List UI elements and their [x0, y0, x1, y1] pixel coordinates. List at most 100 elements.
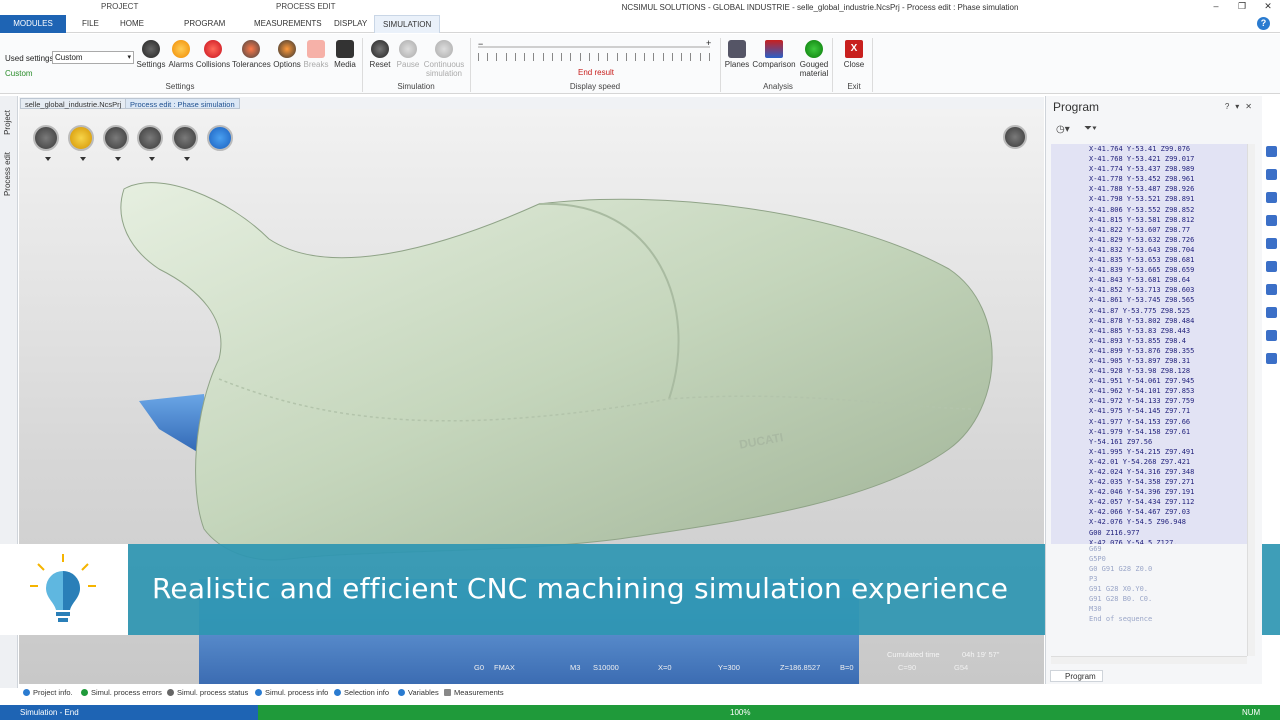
minimize-icon[interactable]: –: [1210, 1, 1222, 12]
program-line[interactable]: X-41.778 Y-53.452 Z98.961: [1051, 174, 1247, 184]
doc-tab-project[interactable]: selle_global_industrie.NcsPrj: [20, 98, 127, 109]
view-tool-rotate-icon[interactable]: [207, 125, 233, 151]
tab-measurements[interactable]: MEASUREMENTS: [246, 15, 330, 33]
view-tool-zoom-icon[interactable]: [137, 125, 163, 161]
tab-program[interactable]: PROGRAM: [176, 15, 233, 33]
tolerance-icon: [242, 40, 260, 58]
tab-project-info[interactable]: Project info.: [23, 688, 73, 697]
tab-variables[interactable]: Variables: [398, 688, 439, 697]
collisions-button[interactable]: Collisions: [194, 40, 232, 69]
program-line-faded: G0 G91 G28 Z0.0: [1089, 565, 1153, 573]
program-code-list[interactable]: X-41.764 Y-53.41 Z99.076 X-41.768 Y-53.42…: [1051, 144, 1247, 544]
program-line[interactable]: X-41.806 Y-53.552 Z98.852: [1051, 205, 1247, 215]
previous-step-icon[interactable]: [1266, 169, 1277, 180]
last-step-icon[interactable]: [1266, 261, 1277, 272]
program-line[interactable]: X-41.975 Y-54.145 Z97.71: [1051, 406, 1247, 416]
view-tool-layers-icon[interactable]: [103, 125, 129, 161]
program-line[interactable]: X-41.839 Y-53.665 Z98.659: [1051, 265, 1247, 275]
program-line[interactable]: X-42.024 Y-54.316 Z97.348: [1051, 467, 1247, 477]
program-line[interactable]: X-41.843 Y-53.681 Z98.64: [1051, 275, 1247, 285]
tab-simul-process-info[interactable]: Simul. process info: [255, 688, 328, 697]
program-line-faded: M30: [1089, 605, 1102, 613]
program-line[interactable]: X-41.832 Y-53.643 Z98.704: [1051, 245, 1247, 255]
step-forward-icon[interactable]: [1266, 215, 1277, 226]
view-tool-camera[interactable]: [33, 125, 59, 161]
program-line[interactable]: X-41.885 Y-53.83 Z98.443: [1051, 326, 1247, 336]
media-button[interactable]: Media: [326, 40, 364, 69]
tab-simul-process-status[interactable]: Simul. process status: [167, 688, 248, 697]
first-step-icon[interactable]: [1266, 146, 1277, 157]
tab-simul-process-errors[interactable]: Simul. process errors: [81, 688, 162, 697]
program-line[interactable]: X-42.057 Y-54.434 Z97.112: [1051, 497, 1247, 507]
save-icon[interactable]: [1266, 353, 1277, 364]
step-back-icon[interactable]: [1266, 192, 1277, 203]
tab-file[interactable]: FILE: [74, 15, 107, 33]
program-line[interactable]: X-41.861 Y-53.745 Z98.565: [1051, 295, 1247, 305]
program-line[interactable]: X-42.01 Y-54.268 Z97.421: [1051, 457, 1247, 467]
program-line[interactable]: X-41.87 Y-53.775 Z98.525: [1051, 306, 1247, 316]
program-line[interactable]: X-41.852 Y-53.713 Z98.603: [1051, 285, 1247, 295]
toolpath-icon[interactable]: [1266, 284, 1277, 295]
program-line[interactable]: X-41.768 Y-53.421 Z99.017: [1051, 154, 1247, 164]
program-line[interactable]: X-41.774 Y-53.437 Z98.989: [1051, 164, 1247, 174]
tab-modules[interactable]: MODULES: [0, 15, 66, 33]
program-line[interactable]: X-41.822 Y-53.607 Z98.77: [1051, 225, 1247, 235]
filter-icon[interactable]: ⏷▾: [1084, 123, 1097, 134]
program-line[interactable]: X-42.035 Y-54.358 Z97.271: [1051, 477, 1247, 487]
program-bottom-tab[interactable]: Program: [1050, 670, 1103, 682]
tab-simulation[interactable]: SIMULATION: [374, 15, 441, 33]
program-code-list-faded: G69 G5P0 G0 G91 G28 Z0.0 P3 G91 G28 X0.Y0. G9…: [1051, 544, 1247, 654]
comparison-button[interactable]: Comparison: [752, 40, 796, 69]
program-line[interactable]: X-41.951 Y-54.061 Z97.945: [1051, 376, 1247, 386]
view-tool-cube-icon[interactable]: [68, 125, 94, 161]
program-line[interactable]: X-41.835 Y-53.653 Z98.681: [1051, 255, 1247, 265]
edit-pencil-icon[interactable]: [1266, 330, 1277, 341]
tab-home[interactable]: HOME: [112, 15, 152, 33]
project-side-tab[interactable]: Project: [3, 110, 12, 135]
restore-icon[interactable]: ❐: [1236, 1, 1248, 12]
breakpoint-icon[interactable]: [1266, 307, 1277, 318]
program-line[interactable]: X-41.878 Y-53.802 Z98.484: [1051, 316, 1247, 326]
program-line[interactable]: X-41.893 Y-53.855 Z98.4: [1051, 336, 1247, 346]
program-line[interactable]: X-41.905 Y-53.897 Z98.31: [1051, 356, 1247, 366]
view-tool-selection-icon[interactable]: [172, 125, 198, 161]
program-line[interactable]: X-41.977 Y-54.153 Z97.66: [1051, 417, 1247, 427]
program-line[interactable]: X-41.788 Y-53.487 Z98.926: [1051, 184, 1247, 194]
program-line[interactable]: Y-54.161 Z97.56: [1051, 437, 1247, 447]
program-line[interactable]: X-42.076 Y-54.5 Z96.948: [1051, 517, 1247, 527]
gouged-material-button[interactable]: Gouged material: [795, 40, 833, 78]
tab-selection-info[interactable]: Selection info: [334, 688, 389, 697]
program-line[interactable]: X-41.798 Y-53.521 Z98.891: [1051, 194, 1247, 204]
continuous-simulation-button[interactable]: Continuous simulation: [420, 40, 468, 78]
close-window-icon[interactable]: ✕: [1262, 1, 1274, 12]
program-line[interactable]: X-42.066 Y-54.467 Z97.03: [1051, 507, 1247, 517]
planes-button[interactable]: Planes: [718, 40, 756, 69]
doc-tab-process-edit[interactable]: Process edit : Phase simulation: [125, 98, 240, 109]
program-line[interactable]: X-41.928 Y-53.98 Z98.128: [1051, 366, 1247, 376]
close-button[interactable]: X Close: [835, 40, 873, 69]
program-line[interactable]: X-41.979 Y-54.158 Z97.61: [1051, 427, 1247, 437]
program-panel-controls[interactable]: ?▾✕: [1225, 102, 1258, 111]
program-horizontal-scrollbar[interactable]: [1051, 656, 1247, 664]
used-settings-select[interactable]: Custom ▾: [52, 51, 134, 64]
program-line[interactable]: X-41.829 Y-53.632 Z98.726: [1051, 235, 1247, 245]
program-line[interactable]: X-41.995 Y-54.215 Z97.491: [1051, 447, 1247, 457]
display-speed-slider[interactable]: [478, 46, 710, 48]
help-icon[interactable]: ?: [1257, 17, 1270, 30]
viewport-settings-icon[interactable]: [1003, 125, 1027, 149]
program-line[interactable]: X-41.764 Y-53.41 Z99.076: [1051, 144, 1247, 154]
program-line[interactable]: X-41.962 Y-54.101 Z97.853: [1051, 386, 1247, 396]
program-line[interactable]: X-41.815 Y-53.581 Z98.812: [1051, 215, 1247, 225]
tab-measurements[interactable]: Measurements: [444, 688, 504, 697]
tab-display[interactable]: DISPLAY: [326, 15, 375, 33]
program-line[interactable]: G00 Z116.977: [1051, 528, 1247, 538]
program-line[interactable]: X-41.899 Y-53.876 Z98.355: [1051, 346, 1247, 356]
program-vertical-scrollbar[interactable]: [1247, 144, 1255, 656]
clock-icon[interactable]: ◷▾: [1056, 124, 1070, 135]
bottom-info-tabs: Project info. Simul. process errors Simu…: [19, 686, 1280, 700]
program-line[interactable]: X-42.046 Y-54.396 Z97.191: [1051, 487, 1247, 497]
next-step-icon[interactable]: [1266, 238, 1277, 249]
tolerances-button[interactable]: Tolerances: [232, 40, 271, 69]
process-edit-side-tab[interactable]: Process edit: [3, 152, 12, 196]
program-line[interactable]: X-41.972 Y-54.133 Z97.759: [1051, 396, 1247, 406]
